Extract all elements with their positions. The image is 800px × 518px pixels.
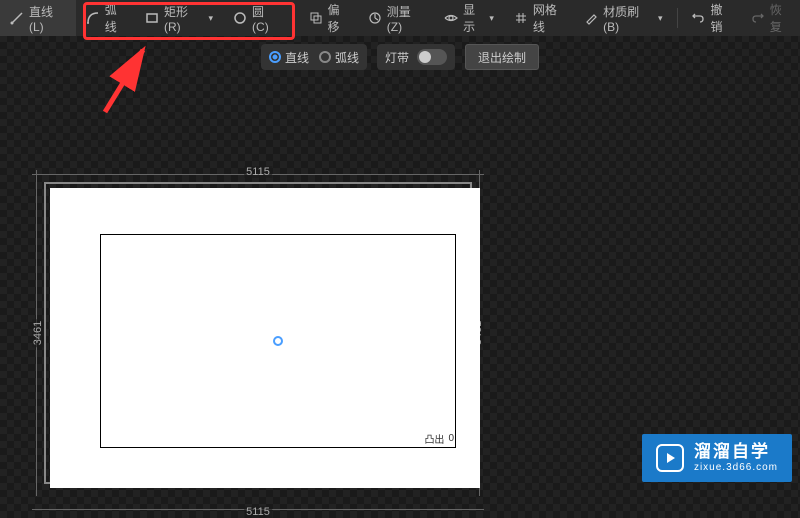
sub-toolbar: 直线 弧线 灯带 退出绘制: [0, 36, 800, 78]
rect-tool-button[interactable]: 矩形 (R) ▾: [135, 0, 223, 36]
circle-tool-button[interactable]: 圆 (C): [223, 0, 290, 36]
rect-icon: [145, 11, 159, 25]
arc-icon: [86, 11, 100, 25]
offset-icon: [309, 11, 323, 25]
measure-tool-label: 测量 (Z): [387, 3, 424, 34]
play-icon: [656, 444, 684, 472]
display-tool-label: 显示: [463, 1, 482, 35]
dimension-top: 5115: [244, 166, 272, 178]
divider: [294, 8, 295, 28]
undo-label: 撤销: [710, 1, 730, 35]
center-marker-icon[interactable]: [273, 336, 283, 346]
dimension-left: 3461: [32, 319, 44, 347]
radio-icon: [269, 51, 281, 63]
circle-tool-label: 圆 (C): [252, 3, 280, 34]
room-boundary[interactable]: 凸出 0: [50, 188, 480, 488]
extrude-label-group: 凸出 0: [424, 431, 454, 446]
line-tool-button[interactable]: 直线 (L): [0, 0, 76, 36]
brush-icon: [584, 11, 598, 25]
undo-button[interactable]: 撤销: [681, 0, 740, 36]
redo-icon: [751, 11, 765, 25]
line-mode-radio-group: 直线 弧线: [261, 44, 367, 70]
redo-label: 恢复: [770, 1, 790, 35]
chevron-down-icon: ▾: [209, 13, 214, 24]
main-toolbar: 直线 (L) 弧线 矩形 (R) ▾ 圆 (C) 偏移 测量 (Z): [0, 0, 800, 36]
inner-rect[interactable]: [100, 234, 456, 448]
grid-tool-label: 网格线: [533, 1, 564, 35]
display-tool-button[interactable]: 显示 ▾: [434, 0, 504, 36]
arc-tool-button[interactable]: 弧线: [76, 0, 135, 36]
line-icon: [10, 11, 24, 25]
chevron-down-icon: ▾: [658, 13, 663, 24]
divider: [677, 8, 678, 28]
light-strip-toggle[interactable]: [417, 49, 447, 65]
material-tool-button[interactable]: 材质刷 (B) ▾: [574, 0, 672, 36]
material-tool-label: 材质刷 (B): [603, 3, 651, 34]
extrude-label: 凸出: [424, 431, 444, 446]
radio-icon: [319, 51, 331, 63]
chevron-down-icon: ▾: [489, 13, 494, 24]
exit-label: 退出绘制: [478, 49, 526, 66]
rect-tool-label: 矩形 (R): [164, 3, 202, 34]
watermark-text: 溜溜自学 zixue.3d66.com: [694, 442, 778, 474]
arc-tool-label: 弧线: [105, 1, 125, 35]
watermark: 溜溜自学 zixue.3d66.com: [642, 434, 792, 482]
grid-tool-button[interactable]: 网格线: [504, 0, 574, 36]
extrude-value: 0: [448, 433, 454, 444]
light-strip-label: 灯带: [385, 49, 409, 66]
grid-icon: [514, 11, 528, 25]
radio-arc[interactable]: 弧线: [319, 49, 359, 66]
exit-draw-button[interactable]: 退出绘制: [465, 44, 539, 70]
undo-icon: [691, 11, 705, 25]
redo-button[interactable]: 恢复: [741, 0, 800, 36]
radio-arc-label: 弧线: [335, 49, 359, 66]
line-tool-label: 直线 (L): [29, 3, 66, 34]
radio-line-label: 直线: [285, 49, 309, 66]
radio-line[interactable]: 直线: [269, 49, 309, 66]
canvas-area[interactable]: 5115 5115 3461 3461 凸出 0: [32, 170, 484, 496]
light-strip-toggle-group: 灯带: [377, 44, 455, 70]
eye-icon: [444, 11, 458, 25]
measure-icon: [368, 11, 382, 25]
watermark-title: 溜溜自学: [694, 442, 778, 462]
circle-icon: [233, 11, 247, 25]
measure-tool-button[interactable]: 测量 (Z): [358, 0, 434, 36]
watermark-url: zixue.3d66.com: [694, 462, 778, 474]
offset-tool-label: 偏移: [328, 1, 348, 35]
offset-tool-button[interactable]: 偏移: [299, 0, 358, 36]
